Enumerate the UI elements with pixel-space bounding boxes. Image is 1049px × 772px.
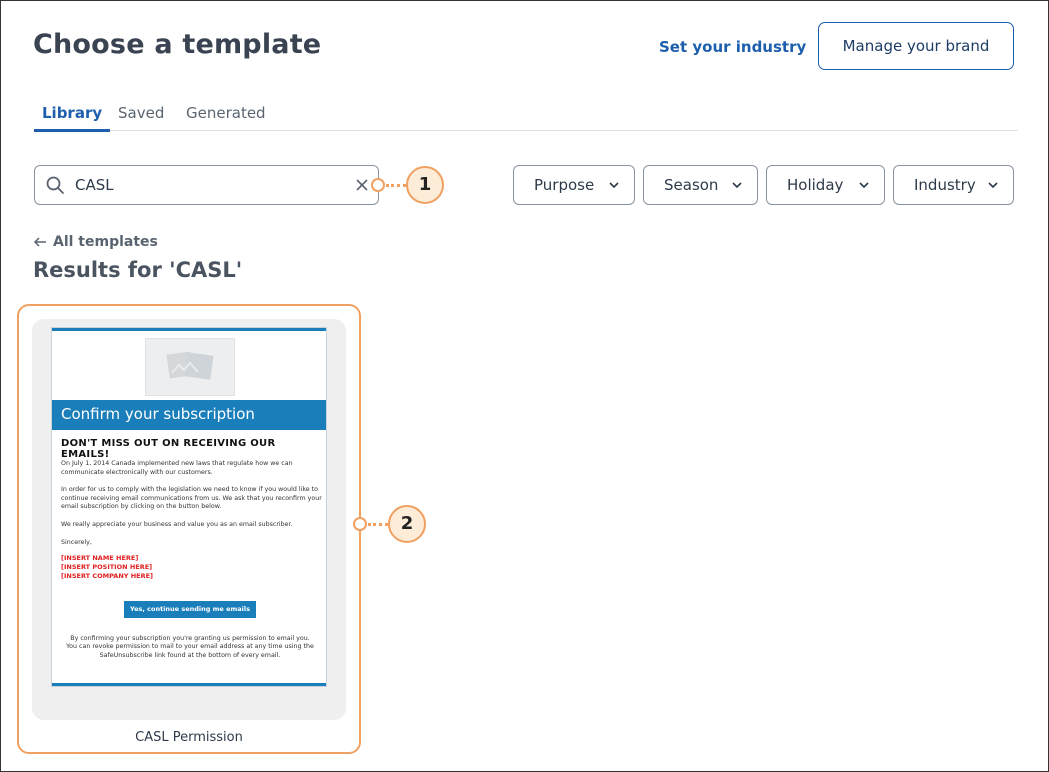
- callout-2-dot: [353, 517, 367, 531]
- preview-cta-button: Yes, continue sending me emails: [124, 601, 256, 618]
- callout-2-line: [368, 523, 388, 526]
- template-preview[interactable]: Confirm your subscription DON'T MISS OUT…: [51, 327, 327, 687]
- chevron-down-icon: [609, 182, 619, 189]
- preview-paragraph: We really appreciate your business and v…: [61, 521, 293, 528]
- callout-1-line: [386, 184, 406, 187]
- close-icon[interactable]: [353, 176, 371, 194]
- preview-banner: Confirm your subscription: [52, 400, 326, 430]
- industry-filter[interactable]: Industry: [893, 165, 1014, 205]
- manage-brand-button[interactable]: Manage your brand: [818, 22, 1014, 70]
- image-placeholder-icon: [145, 338, 235, 396]
- image-icon: [166, 351, 214, 380]
- set-industry-link[interactable]: Set your industry: [659, 38, 806, 56]
- tab-generated[interactable]: Generated: [186, 104, 266, 122]
- industry-filter-label: Industry: [914, 176, 976, 194]
- callout-2-badge: 2: [388, 505, 426, 543]
- preview-placeholder-company: [INSERT COMPANY HERE]: [61, 572, 154, 580]
- all-templates-label: All templates: [53, 234, 158, 250]
- results-title: Results for 'CASL': [33, 258, 243, 282]
- tab-bar: Library Saved Generated: [33, 101, 1018, 132]
- purpose-filter-label: Purpose: [534, 176, 595, 194]
- preview-top-bar: [52, 328, 326, 331]
- tab-saved[interactable]: Saved: [118, 104, 164, 122]
- preview-placeholder-position: [INSERT POSITION HERE]: [61, 563, 153, 571]
- callout-1-dot: [371, 178, 385, 192]
- chevron-down-icon: [859, 182, 869, 189]
- search-input[interactable]: [75, 174, 345, 196]
- arrow-left-icon: [33, 237, 46, 247]
- holiday-filter[interactable]: Holiday: [766, 165, 885, 205]
- page-title: Choose a template: [33, 29, 322, 60]
- holiday-filter-label: Holiday: [787, 176, 844, 194]
- template-card-label[interactable]: CASL Permission: [32, 730, 346, 745]
- preview-footer: By confirming your subscription you're g…: [66, 635, 314, 659]
- preview-sign-off: Sincerely,: [61, 539, 92, 546]
- preview-paragraph: In order for us to comply with the legis…: [61, 486, 322, 511]
- season-filter[interactable]: Season: [643, 165, 758, 205]
- callout-1-badge: 1: [406, 166, 444, 204]
- chevron-down-icon: [988, 182, 998, 189]
- search-box: [34, 165, 379, 205]
- page-frame: Choose a template Set your industry Mana…: [0, 0, 1049, 772]
- all-templates-link[interactable]: All templates: [33, 234, 158, 250]
- preview-placeholder-name: [INSERT NAME HERE]: [61, 554, 139, 562]
- chevron-down-icon: [732, 182, 742, 189]
- search-icon: [46, 176, 64, 194]
- preview-paragraph: On July 1, 2014 Canada implemented new l…: [61, 460, 293, 476]
- preview-bottom-bar: [52, 683, 326, 686]
- season-filter-label: Season: [664, 176, 719, 194]
- tab-library[interactable]: Library: [34, 104, 111, 132]
- purpose-filter[interactable]: Purpose: [513, 165, 635, 205]
- preview-headline: DON'T MISS OUT ON RECEIVING OUR EMAILS!: [61, 438, 276, 460]
